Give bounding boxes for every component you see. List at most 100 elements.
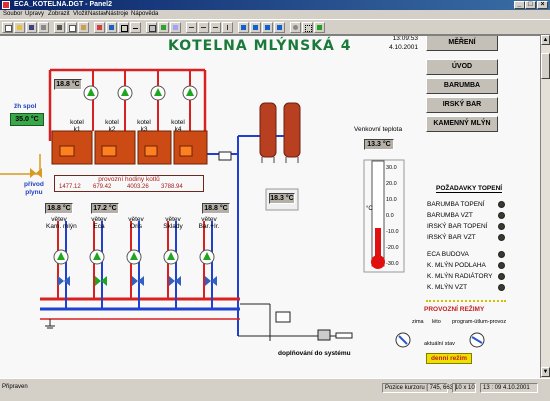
pump-icon-k3[interactable] — [150, 85, 166, 101]
aux-temp: 18.3 °C — [269, 193, 295, 204]
mode-dial-program[interactable] — [470, 332, 486, 348]
zh-label: žh spol — [14, 103, 37, 110]
branch-label-eca: větev Eca — [91, 216, 107, 230]
mode-winter-label: zima — [412, 319, 424, 325]
nav-button-barumba[interactable]: BARUMBA — [426, 78, 498, 94]
kettle-label-k4: kotel k4 — [171, 119, 185, 133]
pump-icon-eca[interactable] — [89, 249, 105, 265]
paste-icon[interactable] — [78, 22, 89, 33]
valve-icon[interactable] — [95, 276, 107, 286]
status-indicator — [498, 262, 505, 269]
scroll-thumb[interactable] — [541, 53, 550, 79]
align-top-icon[interactable] — [222, 22, 233, 33]
pump-icon-k4[interactable] — [182, 85, 198, 101]
menu-zobrazit[interactable]: Zobrazit — [48, 10, 70, 19]
pump-icon-bar-ir[interactable] — [199, 249, 215, 265]
close-button[interactable]: × — [537, 1, 548, 9]
rect-tool-icon[interactable] — [118, 22, 129, 33]
status-clock: 13 : 09 4.10.2001 — [480, 383, 538, 393]
thermometer-scale: 30.0 20.0 10.0 0.0 -10.0 -20.0 -30.0 — [386, 165, 399, 267]
status-indicator — [498, 201, 505, 208]
hours-k2: 679.42 — [93, 184, 112, 190]
hours-k4: 3788.94 — [161, 184, 183, 190]
mode-program-label: program-útlum-provoz — [452, 319, 507, 325]
operating-hours-panel: provozní hodiny kotlů 1477.12 679.42 400… — [54, 175, 204, 192]
status-indicator — [498, 234, 505, 241]
copy-icon[interactable] — [66, 22, 77, 33]
button-tool-icon[interactable] — [146, 22, 157, 33]
branch-temp-eca: 17.2 °C — [91, 203, 119, 214]
valve-icon[interactable] — [58, 276, 70, 286]
req-irsky-bar-topeni: IRSKÝ BAR TOPENÍ — [427, 223, 488, 230]
up-arrow-icon[interactable] — [238, 22, 249, 33]
requirements-title: POŽADAVKY TOPENÍ — [436, 185, 503, 193]
chart-tool-icon[interactable] — [158, 22, 169, 33]
window-title: ECA_KOTELNA.DGT - Panel2 — [14, 1, 113, 8]
pump-icon-kam-mlyn[interactable] — [53, 249, 69, 265]
req-k-mlyn-radiatory: K. MLÝN RADIÁTORY — [427, 273, 493, 280]
outdoor-temp: 13.3 °C — [364, 139, 394, 150]
modes-divider — [426, 300, 506, 302]
valve-icon[interactable] — [132, 276, 144, 286]
pump-icon-sklady[interactable] — [163, 249, 179, 265]
zh-value: 35.0 °C — [10, 113, 44, 126]
menu-bar: Soubor Úpravy Zobrazit Vložit Nastav Nás… — [0, 10, 550, 19]
menu-upravy[interactable]: Úpravy — [25, 10, 44, 19]
align-left-icon[interactable] — [186, 22, 197, 33]
menu-vlozit[interactable]: Vložit — [73, 10, 88, 19]
line-tool-icon[interactable] — [130, 22, 141, 33]
status-text: Připraven — [2, 384, 28, 390]
print-icon[interactable] — [38, 22, 49, 33]
nav-button-kamenny-mlyn[interactable]: KAMENNÝ MLÝN — [426, 116, 498, 132]
mode-dial-summer-winter[interactable] — [398, 332, 426, 348]
pump-icon-k1[interactable] — [83, 85, 99, 101]
align-right-icon[interactable] — [210, 22, 221, 33]
kettle-label-k3: kotel k3 — [137, 119, 151, 133]
clock-time: 13:09:53 — [392, 35, 418, 42]
minimize-button[interactable]: _ — [514, 1, 525, 9]
menu-nastav[interactable]: Nastav — [88, 10, 107, 19]
menu-nastroje[interactable]: Nástroje — [106, 10, 128, 19]
branch-label-sklady: větev Sklady — [163, 216, 183, 230]
down-arrow-icon[interactable] — [250, 22, 261, 33]
open-icon[interactable] — [14, 22, 25, 33]
valve-icon[interactable] — [169, 276, 181, 286]
gas-valve-icon[interactable] — [30, 168, 42, 178]
scroll-up-icon[interactable]: ▲ — [541, 35, 550, 45]
status-indicator — [498, 223, 505, 230]
edit-tool-icon[interactable] — [170, 22, 181, 33]
right-arrow-icon[interactable] — [274, 22, 285, 33]
cut-icon[interactable] — [54, 22, 65, 33]
nav-button-mereni[interactable]: MĚŘENÍ — [426, 36, 498, 51]
left-arrow-icon[interactable] — [262, 22, 273, 33]
image-tool-icon[interactable] — [106, 22, 117, 33]
zoom-icon[interactable] — [290, 22, 301, 33]
menu-soubor[interactable]: Soubor — [3, 10, 22, 19]
maximize-button[interactable]: □ — [525, 1, 536, 9]
align-center-icon[interactable] — [198, 22, 209, 33]
hours-k1: 1477.12 — [59, 184, 81, 190]
status-indicator — [498, 273, 505, 280]
scroll-down-icon[interactable]: ▼ — [541, 367, 550, 377]
status-bar: Připraven Pozice kurzoru [ 745, 663 ] 10… — [0, 378, 550, 401]
nav-button-uvod[interactable]: ÚVOD — [426, 59, 498, 75]
grid-icon[interactable] — [302, 22, 313, 33]
menu-napoveda[interactable]: Nápověda — [131, 10, 158, 19]
new-icon[interactable] — [2, 22, 13, 33]
vertical-scrollbar[interactable]: ▲ ▼ — [540, 35, 550, 378]
outdoor-label: Venkovní teplota — [354, 126, 403, 133]
pump-icon-k2[interactable] — [117, 85, 133, 101]
gas-input-label: přívod plynu — [24, 181, 44, 196]
save-icon[interactable] — [26, 22, 37, 33]
pump-icon-oris[interactable] — [126, 249, 142, 265]
cursor-position: Pozice kurzoru [ 745, 663 ] — [382, 383, 456, 393]
req-k-mlyn-podlaha: K. MLÝN PODLAHA — [427, 262, 486, 269]
boiler-top-temp: 18.8 °C — [54, 79, 82, 90]
nav-button-irsky-bar[interactable]: IRSKÝ BAR — [426, 97, 498, 113]
run-icon[interactable] — [314, 22, 325, 33]
grid-size: 10 x 10 — [452, 383, 476, 393]
valve-icon[interactable] — [205, 276, 217, 286]
modes-title: PROVOZNÍ REŽIMY — [424, 306, 485, 313]
text-tool-icon[interactable] — [94, 22, 105, 33]
mode-summer-label: léto — [432, 319, 441, 325]
